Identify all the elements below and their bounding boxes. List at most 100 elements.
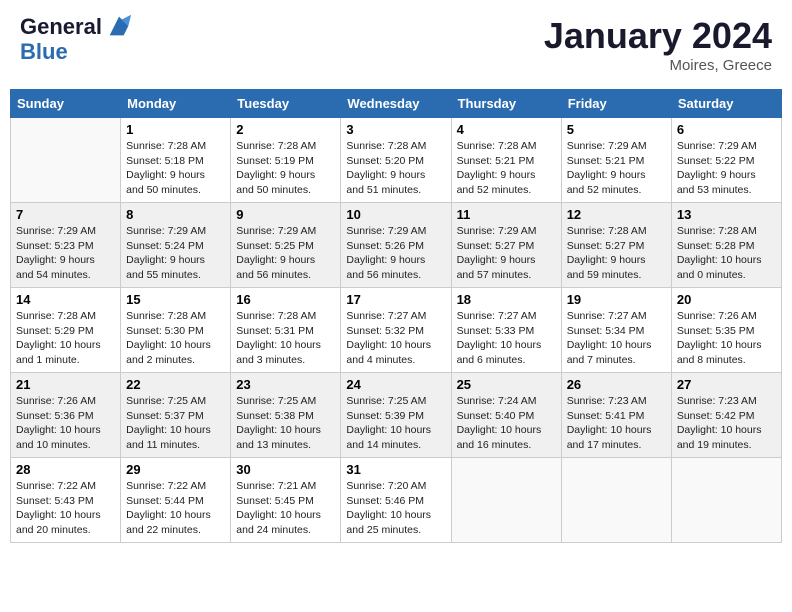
day-number: 29 <box>126 462 225 477</box>
calendar-cell: 22 Sunrise: 7:25 AMSunset: 5:37 PMDayligh… <box>121 373 231 458</box>
day-info: Sunrise: 7:29 AMSunset: 5:23 PMDaylight:… <box>16 224 115 283</box>
weekday-header: Monday <box>121 90 231 118</box>
calendar-cell: 15Sunrise: 7:28 AMSunset: 5:30 PMDayligh… <box>121 288 231 373</box>
month-title: January 2024 <box>544 15 772 57</box>
day-info: Sunrise: 7:23 AMSunset: 5:42 PMDaylight:… <box>677 394 776 453</box>
day-info: Sunrise: 7:22 AMSunset: 5:44 PMDaylight:… <box>126 479 225 538</box>
calendar-cell: 28 Sunrise: 7:22 AMSunset: 5:43 PMDayligh… <box>11 458 121 543</box>
calendar-cell: 16 Sunrise: 7:28 AMSunset: 5:31 PMDayligh… <box>231 288 341 373</box>
day-number: 3 <box>346 122 445 137</box>
day-info: Sunrise: 7:25 AMSunset: 5:37 PMDaylight:… <box>126 394 225 453</box>
calendar-cell: 23Sunrise: 7:25 AMSunset: 5:38 PMDayligh… <box>231 373 341 458</box>
day-number: 22 <box>126 377 225 392</box>
calendar-cell <box>671 458 781 543</box>
calendar-cell <box>11 118 121 203</box>
day-number: 6 <box>677 122 776 137</box>
weekday-header: Friday <box>561 90 671 118</box>
day-info: Sunrise: 7:25 AMSunset: 5:39 PMDaylight:… <box>346 394 445 453</box>
calendar-table: SundayMondayTuesdayWednesdayThursdayFrid… <box>10 89 782 543</box>
calendar-week-row: 28 Sunrise: 7:22 AMSunset: 5:43 PMDayligh… <box>11 458 782 543</box>
weekday-header: Sunday <box>11 90 121 118</box>
calendar-week-row: 7 Sunrise: 7:29 AMSunset: 5:23 PMDaylight… <box>11 203 782 288</box>
day-number: 21 <box>16 377 115 392</box>
calendar-cell: 10Sunrise: 7:29 AMSunset: 5:26 PMDayligh… <box>341 203 451 288</box>
weekday-header: Saturday <box>671 90 781 118</box>
calendar-cell: 27 Sunrise: 7:23 AMSunset: 5:42 PMDayligh… <box>671 373 781 458</box>
logo-text: General Blue <box>20 15 133 64</box>
day-info: Sunrise: 7:29 AMSunset: 5:22 PMDaylight:… <box>677 139 776 198</box>
calendar-cell: 4 Sunrise: 7:28 AMSunset: 5:21 PMDaylight… <box>451 118 561 203</box>
day-info: Sunrise: 7:29 AMSunset: 5:26 PMDaylight:… <box>346 224 445 283</box>
calendar-cell: 1 Sunrise: 7:28 AMSunset: 5:18 PMDaylight… <box>121 118 231 203</box>
day-number: 13 <box>677 207 776 222</box>
day-number: 26 <box>567 377 666 392</box>
location: Moires, Greece <box>544 57 772 74</box>
day-info: Sunrise: 7:27 AMSunset: 5:33 PMDaylight:… <box>457 309 556 368</box>
weekday-header-row: SundayMondayTuesdayWednesdayThursdayFrid… <box>11 90 782 118</box>
day-info: Sunrise: 7:22 AMSunset: 5:43 PMDaylight:… <box>16 479 115 538</box>
calendar-cell: 11 Sunrise: 7:29 AMSunset: 5:27 PMDayligh… <box>451 203 561 288</box>
day-info: Sunrise: 7:28 AMSunset: 5:18 PMDaylight:… <box>126 139 225 198</box>
day-number: 19 <box>567 292 666 307</box>
calendar-cell: 17Sunrise: 7:27 AMSunset: 5:32 PMDayligh… <box>341 288 451 373</box>
logo-blue: Blue <box>20 39 68 64</box>
day-info: Sunrise: 7:26 AMSunset: 5:35 PMDaylight:… <box>677 309 776 368</box>
calendar-cell: 29 Sunrise: 7:22 AMSunset: 5:44 PMDayligh… <box>121 458 231 543</box>
day-number: 2 <box>236 122 335 137</box>
calendar-cell: 30 Sunrise: 7:21 AMSunset: 5:45 PMDayligh… <box>231 458 341 543</box>
logo: General Blue <box>20 15 133 64</box>
logo-icon <box>105 12 133 40</box>
day-number: 8 <box>126 207 225 222</box>
title-block: January 2024 Moires, Greece <box>544 15 772 74</box>
day-number: 17 <box>346 292 445 307</box>
calendar-cell: 25 Sunrise: 7:24 AMSunset: 5:40 PMDayligh… <box>451 373 561 458</box>
calendar-cell: 18 Sunrise: 7:27 AMSunset: 5:33 PMDayligh… <box>451 288 561 373</box>
day-number: 20 <box>677 292 776 307</box>
day-info: Sunrise: 7:29 AMSunset: 5:24 PMDaylight:… <box>126 224 225 283</box>
day-number: 28 <box>16 462 115 477</box>
calendar-cell: 6 Sunrise: 7:29 AMSunset: 5:22 PMDaylight… <box>671 118 781 203</box>
calendar-cell: 14 Sunrise: 7:28 AMSunset: 5:29 PMDayligh… <box>11 288 121 373</box>
day-number: 11 <box>457 207 556 222</box>
day-number: 16 <box>236 292 335 307</box>
day-info: Sunrise: 7:20 AMSunset: 5:46 PMDaylight:… <box>346 479 445 538</box>
calendar-cell: 12Sunrise: 7:28 AMSunset: 5:27 PMDayligh… <box>561 203 671 288</box>
weekday-header: Tuesday <box>231 90 341 118</box>
day-info: Sunrise: 7:28 AMSunset: 5:21 PMDaylight:… <box>457 139 556 198</box>
day-number: 27 <box>677 377 776 392</box>
day-info: Sunrise: 7:26 AMSunset: 5:36 PMDaylight:… <box>16 394 115 453</box>
day-number: 4 <box>457 122 556 137</box>
day-info: Sunrise: 7:24 AMSunset: 5:40 PMDaylight:… <box>457 394 556 453</box>
day-info: Sunrise: 7:28 AMSunset: 5:29 PMDaylight:… <box>16 309 115 368</box>
calendar-cell: 5Sunrise: 7:29 AMSunset: 5:21 PMDaylight… <box>561 118 671 203</box>
calendar-cell: 19 Sunrise: 7:27 AMSunset: 5:34 PMDayligh… <box>561 288 671 373</box>
calendar-cell: 21 Sunrise: 7:26 AMSunset: 5:36 PMDayligh… <box>11 373 121 458</box>
day-info: Sunrise: 7:21 AMSunset: 5:45 PMDaylight:… <box>236 479 335 538</box>
day-info: Sunrise: 7:28 AMSunset: 5:31 PMDaylight:… <box>236 309 335 368</box>
calendar-week-row: 14 Sunrise: 7:28 AMSunset: 5:29 PMDayligh… <box>11 288 782 373</box>
calendar-cell: 9Sunrise: 7:29 AMSunset: 5:25 PMDaylight… <box>231 203 341 288</box>
day-info: Sunrise: 7:29 AMSunset: 5:27 PMDaylight:… <box>457 224 556 283</box>
day-number: 1 <box>126 122 225 137</box>
day-number: 7 <box>16 207 115 222</box>
day-info: Sunrise: 7:28 AMSunset: 5:20 PMDaylight:… <box>346 139 445 198</box>
day-number: 12 <box>567 207 666 222</box>
day-info: Sunrise: 7:25 AMSunset: 5:38 PMDaylight:… <box>236 394 335 453</box>
calendar-week-row: 1 Sunrise: 7:28 AMSunset: 5:18 PMDaylight… <box>11 118 782 203</box>
day-number: 30 <box>236 462 335 477</box>
calendar-cell: 26 Sunrise: 7:23 AMSunset: 5:41 PMDayligh… <box>561 373 671 458</box>
day-number: 18 <box>457 292 556 307</box>
day-info: Sunrise: 7:23 AMSunset: 5:41 PMDaylight:… <box>567 394 666 453</box>
day-number: 25 <box>457 377 556 392</box>
day-number: 5 <box>567 122 666 137</box>
weekday-header: Wednesday <box>341 90 451 118</box>
calendar-cell: 2 Sunrise: 7:28 AMSunset: 5:19 PMDaylight… <box>231 118 341 203</box>
day-number: 24 <box>346 377 445 392</box>
weekday-header: Thursday <box>451 90 561 118</box>
day-info: Sunrise: 7:27 AMSunset: 5:34 PMDaylight:… <box>567 309 666 368</box>
day-info: Sunrise: 7:28 AMSunset: 5:19 PMDaylight:… <box>236 139 335 198</box>
calendar-cell: 8 Sunrise: 7:29 AMSunset: 5:24 PMDaylight… <box>121 203 231 288</box>
day-number: 14 <box>16 292 115 307</box>
calendar-cell: 3 Sunrise: 7:28 AMSunset: 5:20 PMDaylight… <box>341 118 451 203</box>
calendar-cell: 31Sunrise: 7:20 AMSunset: 5:46 PMDayligh… <box>341 458 451 543</box>
